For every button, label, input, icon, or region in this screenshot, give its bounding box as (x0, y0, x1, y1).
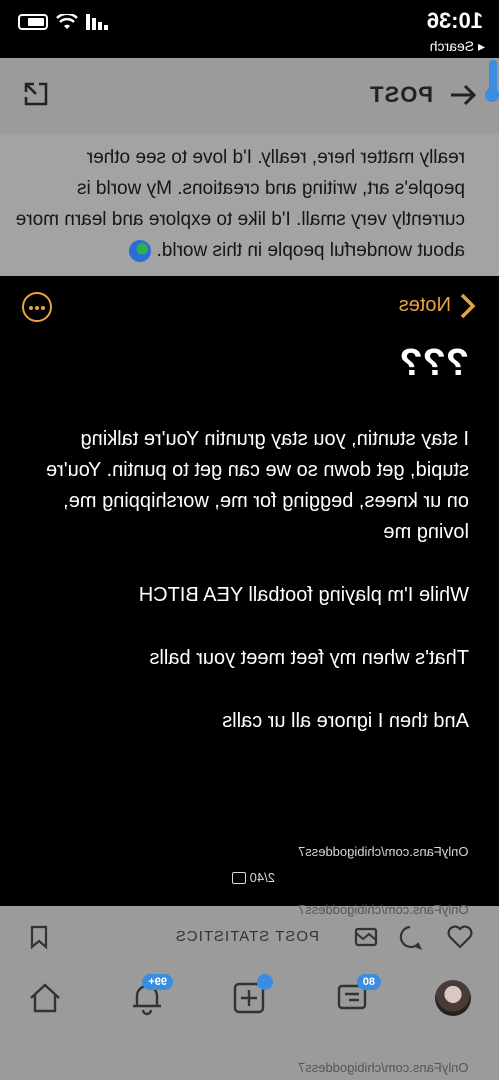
profile-bio: really matter here, really. I'd love to … (0, 134, 499, 276)
more-options-icon[interactable] (22, 292, 52, 322)
image-icon (231, 871, 246, 884)
bottom-navigation: 80 99+ OnlyFans.com/chibigoddess7 (0, 956, 499, 1080)
page-title: POST (369, 82, 433, 107)
comment-icon[interactable] (397, 924, 423, 950)
screen: 10:36 ◂ Search POST really matter here, … (0, 0, 499, 1080)
image-counter: 2/40 (231, 870, 275, 885)
back-to-search-link[interactable]: ◂ Search (430, 38, 485, 55)
image-count-value: 2/40 (249, 870, 275, 885)
note-paragraph: While I'm playing football YEA BITCH (138, 584, 469, 606)
scrollbar-handle[interactable] (485, 88, 499, 102)
messages-badge: 80 (356, 974, 381, 990)
post-statistics-button[interactable]: POST STATISTICS (175, 928, 319, 945)
share-icon[interactable] (22, 80, 50, 108)
note-heading: ??? (399, 342, 469, 384)
profile-avatar[interactable] (435, 980, 471, 1016)
note-paragraph: I stay stuntin, you stay gruntin You're … (45, 428, 469, 543)
note-paragraph: And then I ignore all ur calls (222, 710, 469, 732)
status-time: 10:36 (426, 8, 483, 33)
watermark-text: OnlyFans.com/chibigoddess7 (298, 902, 469, 917)
watermark-text: OnlyFans.com/chibigoddess7 (298, 844, 469, 859)
chevron-left-icon[interactable] (459, 292, 477, 320)
post-statistics-label: POST STATISTICS (174, 928, 319, 945)
notes-back-label[interactable]: Notes (399, 294, 451, 317)
post-header: POST (0, 58, 499, 134)
status-bar: 10:36 ◂ Search (0, 0, 499, 58)
home-icon[interactable] (27, 980, 63, 1016)
bookmark-icon[interactable] (26, 924, 52, 950)
new-post-dot (257, 974, 273, 990)
heart-icon[interactable] (447, 924, 473, 950)
bio-text: really matter here, really. I'd love to … (15, 147, 465, 261)
globe-emoji-icon (129, 239, 152, 262)
battery-icon (18, 14, 48, 30)
signal-icon (86, 14, 108, 30)
status-icons (18, 14, 108, 30)
notes-image: Notes ??? I stay stuntin, you stay grunt… (0, 276, 499, 906)
notifications-badge: 99+ (142, 974, 173, 990)
post-actions-bar: OnlyFans.com/chibigoddess7 POST STATISTI… (0, 902, 499, 956)
tip-icon[interactable] (353, 924, 379, 950)
note-body: I stay stuntin, you stay gruntin You're … (19, 424, 469, 769)
wifi-icon (56, 14, 78, 29)
back-arrow-icon[interactable] (449, 80, 477, 110)
note-paragraph: That's when my feet meet your balls (149, 647, 469, 669)
watermark-text: OnlyFans.com/chibigoddess7 (298, 1060, 469, 1075)
